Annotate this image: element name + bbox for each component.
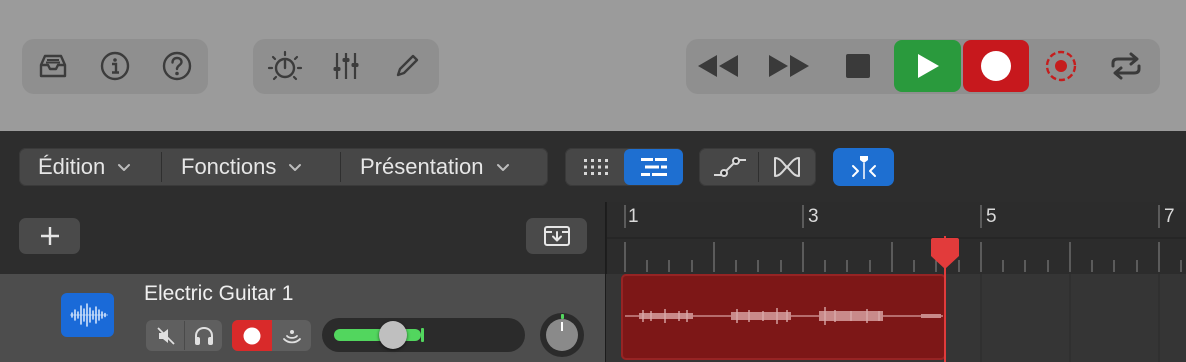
- edit-menu[interactable]: Édition: [38, 148, 131, 186]
- fast-forward-button[interactable]: [767, 44, 811, 88]
- pencil-icon: [396, 54, 419, 77]
- pan-knob[interactable]: [540, 313, 584, 357]
- chevron-down-icon: [289, 163, 302, 171]
- input-monitoring-button[interactable]: [272, 321, 311, 350]
- cycle-icon: [1111, 52, 1141, 80]
- autopunch-icon: [1045, 50, 1077, 82]
- smart-controls-button[interactable]: [263, 44, 307, 88]
- waveform-icon: [69, 303, 108, 327]
- automation-button[interactable]: [702, 151, 757, 183]
- volume-slider-handle[interactable]: [379, 321, 407, 349]
- inspector-button[interactable]: [93, 44, 137, 88]
- pan-knob-cap: [546, 319, 578, 351]
- record-button[interactable]: [963, 40, 1029, 92]
- record-enable-button[interactable]: [232, 320, 272, 351]
- library-button[interactable]: [31, 44, 75, 88]
- catch-button[interactable]: [833, 148, 894, 186]
- fast-forward-icon: [769, 55, 809, 77]
- tray-download-icon: [543, 226, 570, 246]
- record-icon: [981, 51, 1011, 81]
- help-button[interactable]: [155, 44, 199, 88]
- question-icon: [162, 51, 192, 81]
- view-menu-label: Présentation: [360, 154, 484, 179]
- input-monitor-icon: [282, 329, 301, 343]
- play-button[interactable]: [894, 40, 961, 92]
- brightness-dial-icon: [267, 50, 303, 81]
- stop-button[interactable]: [836, 44, 880, 88]
- playhead-handle[interactable]: [930, 236, 960, 270]
- pan-center-mark: [561, 314, 564, 319]
- grid-dots-icon: [583, 159, 608, 175]
- volume-slider[interactable]: [322, 318, 525, 352]
- flex-button[interactable]: [759, 151, 814, 183]
- headphones-icon: [194, 326, 213, 345]
- menu-divider: [161, 152, 162, 182]
- rewind-button[interactable]: [696, 44, 740, 88]
- speaker-muted-icon: [156, 326, 175, 345]
- plus-icon: [40, 227, 59, 245]
- region-waveform: [625, 307, 943, 325]
- global-tracks-button[interactable]: [526, 218, 587, 254]
- add-track-button[interactable]: [19, 218, 80, 254]
- editors-button[interactable]: [385, 44, 429, 88]
- functions-menu-label: Fonctions: [181, 154, 277, 179]
- record-dot-icon: [243, 327, 261, 344]
- view-menu[interactable]: Présentation: [360, 148, 510, 186]
- inbox-tray-icon: [39, 54, 67, 78]
- track-name[interactable]: Electric Guitar 1: [144, 282, 293, 306]
- mixer-button[interactable]: [324, 44, 368, 88]
- playhead-catch-icon: [851, 156, 876, 179]
- rewind-icon: [698, 55, 738, 77]
- track-icon: [61, 293, 114, 337]
- grid-view-button[interactable]: [568, 151, 623, 183]
- autopunch-button[interactable]: [1039, 44, 1083, 88]
- play-icon: [917, 54, 939, 78]
- pan-indicator: [561, 322, 563, 331]
- functions-menu[interactable]: Fonctions: [181, 148, 302, 186]
- info-icon: [100, 51, 130, 81]
- stop-icon: [846, 54, 870, 78]
- track-header-area: [0, 202, 606, 274]
- sliders-icon: [333, 53, 359, 79]
- flex-time-icon: [773, 157, 800, 177]
- automation-curve-icon: [713, 157, 746, 177]
- volume-level-fill: [334, 329, 421, 341]
- chevron-down-icon: [496, 163, 509, 171]
- volume-peak-mark: [421, 328, 424, 342]
- track-lanes-icon: [640, 158, 667, 176]
- mute-button[interactable]: [147, 321, 184, 350]
- chevron-down-icon: [118, 163, 131, 171]
- menu-divider: [340, 152, 341, 182]
- edit-menu-label: Édition: [38, 154, 106, 179]
- tracks-view-button[interactable]: [624, 149, 683, 185]
- ruler-ticks: [606, 205, 1186, 272]
- cycle-button[interactable]: [1104, 44, 1148, 88]
- solo-button[interactable]: [185, 321, 222, 350]
